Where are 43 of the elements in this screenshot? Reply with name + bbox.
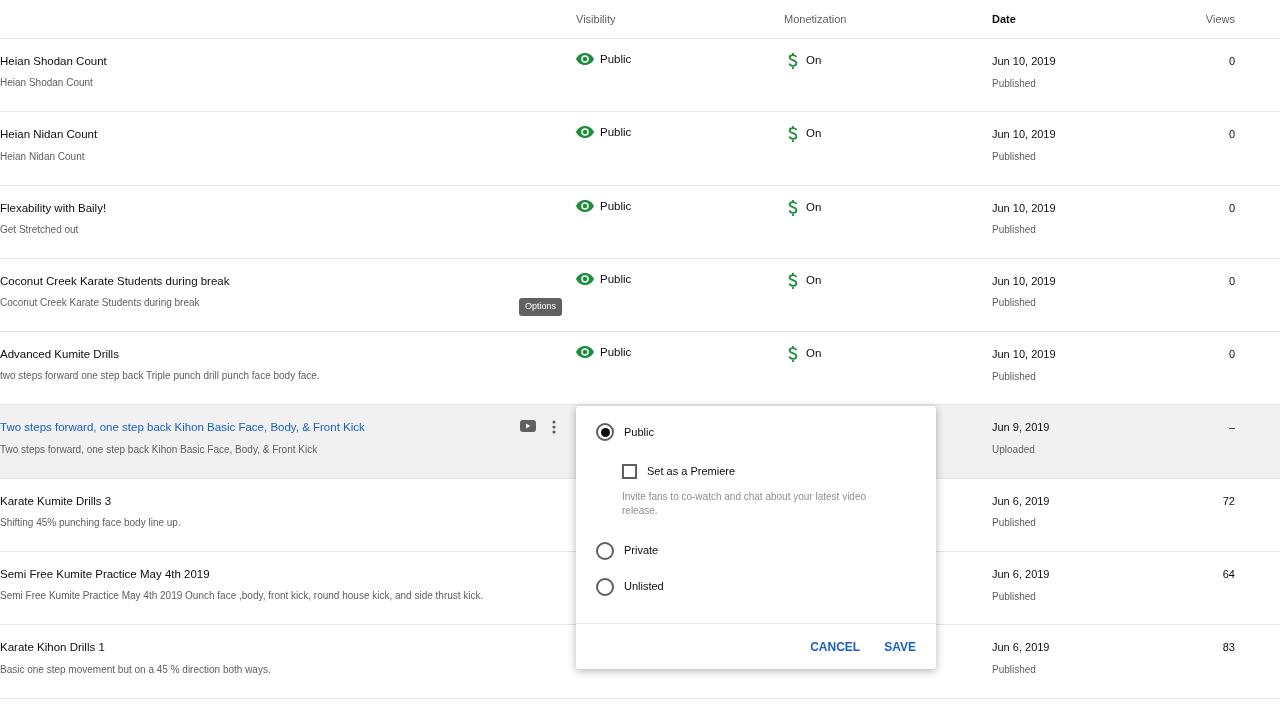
video-description: Shifting 45% punching face body line up. (0, 516, 181, 531)
video-description: Two steps forward, one step back Kihon Basic Face, Body, & Front Kick (0, 442, 318, 457)
video-description: two steps forward one step back Triple punch drill punch face body face. (0, 369, 320, 384)
date-text: Jun 10, 2019 (992, 200, 1056, 216)
date-text: Jun 10, 2019 (992, 54, 1056, 69)
upload-status: Published (992, 76, 1036, 91)
video-description: Heian Nidan Count (0, 149, 85, 164)
views-count: 64 (1222, 567, 1235, 583)
video-description: Get Stretched out (0, 222, 79, 237)
date-text: Jun 6, 2019 (992, 567, 1050, 583)
video-description: Semi Free Kumite Practice May 4th 2019 Ounch face ,body, front kick, round house kick, and side thrust kick. (0, 589, 484, 604)
views-count: 0 (1228, 273, 1235, 289)
views-count: 83 (1222, 640, 1235, 656)
upload-status: Published (992, 296, 1036, 311)
date-text: Jun 9, 2019 (992, 420, 1050, 436)
upload-status: Uploaded (992, 443, 1035, 457)
monetization-status: On (806, 346, 822, 361)
views-count: 0 (1228, 54, 1235, 69)
upload-status: Published (992, 516, 1036, 531)
upload-status: Published (992, 223, 1036, 238)
views-count: 72 (1222, 493, 1235, 509)
views-count: 0 (1228, 127, 1235, 143)
views-count: 0 (1228, 200, 1235, 216)
monetization-status: On (806, 272, 822, 287)
upload-status: Published (992, 589, 1036, 604)
date-text: Jun 6, 2019 (992, 640, 1050, 656)
monetization-status: On (806, 53, 822, 67)
date-text: Jun 10, 2019 (992, 347, 1056, 363)
video-description: Basic one step movement but on a 45 % direction both ways. (0, 662, 271, 677)
monetization-status: On (806, 199, 822, 214)
upload-status: Published (992, 662, 1036, 677)
premiere-hint: Invite fans to co-watch and chat about your latest video release. (622, 489, 868, 518)
date-text: Jun 6, 2019 (992, 493, 1050, 509)
upload-status: Published (992, 149, 1036, 164)
tooltip: Options (519, 298, 563, 316)
date-text: Jun 10, 2019 (992, 273, 1056, 289)
views-count: – (1228, 420, 1235, 436)
upload-status: Published (992, 369, 1036, 384)
video-description: Heian Shodan Count (0, 76, 93, 91)
date-text: Jun 10, 2019 (992, 127, 1056, 143)
monetization-status: On (806, 126, 822, 141)
video-description: Coconut Creek Karate Students during break (0, 296, 200, 311)
views-count: 0 (1228, 347, 1235, 363)
